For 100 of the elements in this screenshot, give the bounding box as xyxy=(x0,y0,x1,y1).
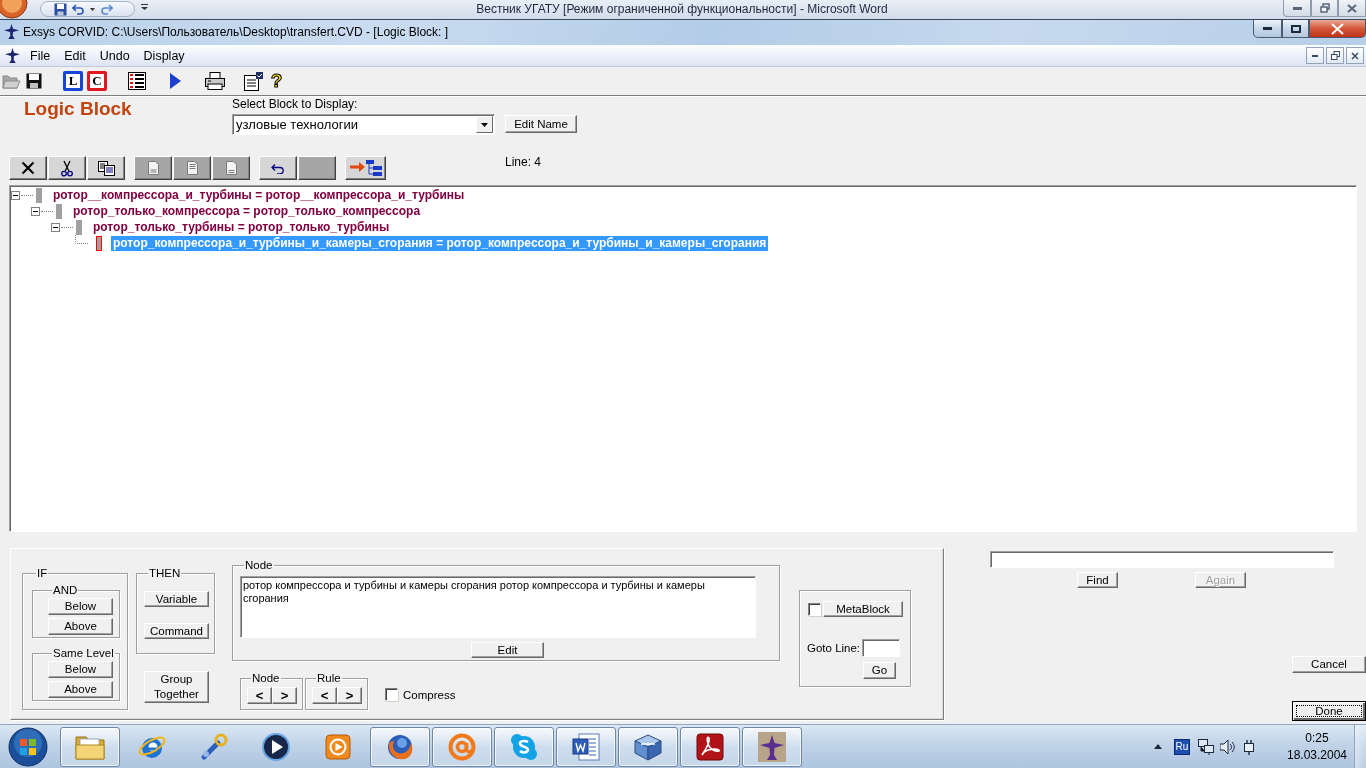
clock-time: 0:25 xyxy=(1305,729,1329,747)
caret-icon xyxy=(476,116,493,133)
cube-icon xyxy=(633,732,663,761)
group-together-button[interactable]: Group Together xyxy=(144,671,209,703)
print-button[interactable] xyxy=(204,70,225,92)
page-title: Logic Block xyxy=(24,98,133,120)
edit-name-button[interactable]: Edit Name xyxy=(505,115,577,133)
taskbar-button[interactable] xyxy=(556,726,616,767)
close-button[interactable] xyxy=(1309,20,1366,38)
checkbox[interactable] xyxy=(808,602,821,616)
tree-button[interactable] xyxy=(345,156,386,180)
then-button[interactable]: Variable xyxy=(144,591,209,607)
block-dropdown[interactable]: узловые технологии xyxy=(232,114,495,135)
form-icon xyxy=(243,71,264,91)
tree-node[interactable]: ротор_только_турбины = ротор_только_турбины xyxy=(93,219,390,235)
undo-button[interactable] xyxy=(259,156,297,180)
nav-button[interactable]: > xyxy=(337,687,362,704)
go-button[interactable]: Go xyxy=(863,662,896,679)
menu-item[interactable]: File xyxy=(23,45,58,66)
undo-icon xyxy=(72,3,85,15)
letter-button[interactable]: L xyxy=(63,71,83,91)
group-label: THEN xyxy=(148,567,182,579)
add-node-button[interactable]: Below xyxy=(48,598,113,615)
restore-button[interactable] xyxy=(1311,0,1338,17)
nav-button[interactable]: < xyxy=(247,687,272,704)
edit-button[interactable]: Edit xyxy=(471,642,544,658)
group-label: AND xyxy=(52,584,79,596)
add-node-button[interactable]: Above xyxy=(48,618,113,635)
bird-icon xyxy=(4,24,19,39)
network-icon xyxy=(1198,738,1214,755)
maximize-button[interactable] xyxy=(1282,20,1309,38)
checkbox-label: Compress xyxy=(403,688,456,701)
add-node-button[interactable]: Above xyxy=(48,681,113,698)
window-title: Exsys CORVID: C:\Users\Пользователь\Desktop\transfert.CVD - [Logic Block: ] xyxy=(23,24,450,40)
restore-icon xyxy=(1319,3,1330,13)
group-label: Same Level xyxy=(52,647,115,659)
tree-line xyxy=(61,226,73,228)
metablock-button[interactable]: MetaBlock xyxy=(823,601,903,617)
save-icon xyxy=(25,73,42,89)
add-node-button[interactable]: Below xyxy=(48,661,113,678)
group-label: Rule xyxy=(316,672,342,684)
taskbar-button[interactable] xyxy=(742,726,802,767)
copy-button[interactable] xyxy=(87,156,125,180)
dialog-button[interactable]: Done xyxy=(1292,701,1366,721)
menu-item[interactable]: Undo xyxy=(92,45,137,66)
tree-node[interactable]: ротор__компрессора_и_турбины = ротор__компрессора_и_турбины xyxy=(53,187,465,203)
printer-icon xyxy=(204,72,225,90)
marker-icon xyxy=(96,235,102,251)
clock-date: 18.03.2004 xyxy=(1286,746,1348,764)
menu-item[interactable]: Display xyxy=(136,45,192,66)
nav-button[interactable]: < xyxy=(312,687,337,704)
list-icon xyxy=(127,72,146,90)
bird-icon xyxy=(5,48,20,63)
collapse-icon[interactable] xyxy=(31,206,40,216)
minimize-button[interactable] xyxy=(1306,47,1324,64)
power-icon xyxy=(1242,738,1256,755)
document-icon xyxy=(571,731,601,762)
collapse-icon[interactable] xyxy=(51,222,60,232)
close-icon xyxy=(1347,3,1357,13)
collapse-icon[interactable] xyxy=(11,190,20,200)
field-label: Goto Line: xyxy=(807,642,861,654)
delete-button[interactable] xyxy=(9,156,47,180)
speaker-icon xyxy=(1220,739,1236,754)
minimize-button[interactable] xyxy=(1253,20,1282,38)
taskbar-button[interactable] xyxy=(680,726,740,767)
undo-icon xyxy=(271,162,285,174)
dialog-button[interactable]: Cancel xyxy=(1292,656,1366,673)
group-label: Node xyxy=(244,559,274,571)
checkbox[interactable] xyxy=(385,688,398,701)
minimize-icon xyxy=(1263,27,1272,30)
maximize-icon xyxy=(1290,24,1301,33)
redo-icon xyxy=(100,3,113,15)
letter-button[interactable]: C xyxy=(87,71,107,91)
swirl-tile-icon xyxy=(696,732,724,761)
language-indicator[interactable]: Ru xyxy=(1174,738,1190,755)
page-icon xyxy=(225,161,237,175)
caret-up-icon xyxy=(1154,744,1162,749)
find-field[interactable] xyxy=(990,551,1334,568)
play-disc-icon xyxy=(261,731,291,762)
restore-button[interactable] xyxy=(1326,47,1344,64)
list-button[interactable] xyxy=(126,70,147,92)
orb-icon xyxy=(0,0,30,19)
properties-button[interactable] xyxy=(243,70,264,92)
then-button[interactable]: Command xyxy=(144,623,209,639)
group-label: Node xyxy=(251,672,281,684)
wrench-icon xyxy=(200,732,228,761)
taskbar-button[interactable] xyxy=(370,726,430,767)
close-button[interactable] xyxy=(1338,0,1366,17)
tree-node[interactable]: ротор_только_компрессора = ротор_только_компрессора xyxy=(73,203,421,219)
scissors-icon xyxy=(61,159,73,177)
node-text-field[interactable]: ротор компрессора и турбины и камеры сгорания ротор компрессора и турбины и камеры сгорания xyxy=(240,576,756,638)
goto-line-field[interactable] xyxy=(862,639,901,657)
close-button[interactable] xyxy=(1346,47,1364,64)
nav-button[interactable]: > xyxy=(272,687,297,704)
cut-button[interactable] xyxy=(48,156,86,180)
taskbar-button[interactable] xyxy=(618,726,678,767)
tree-line xyxy=(21,194,33,196)
find-button[interactable]: Find xyxy=(1077,572,1118,588)
minimize-icon xyxy=(1312,54,1318,57)
menu-item[interactable]: Edit xyxy=(57,45,93,66)
